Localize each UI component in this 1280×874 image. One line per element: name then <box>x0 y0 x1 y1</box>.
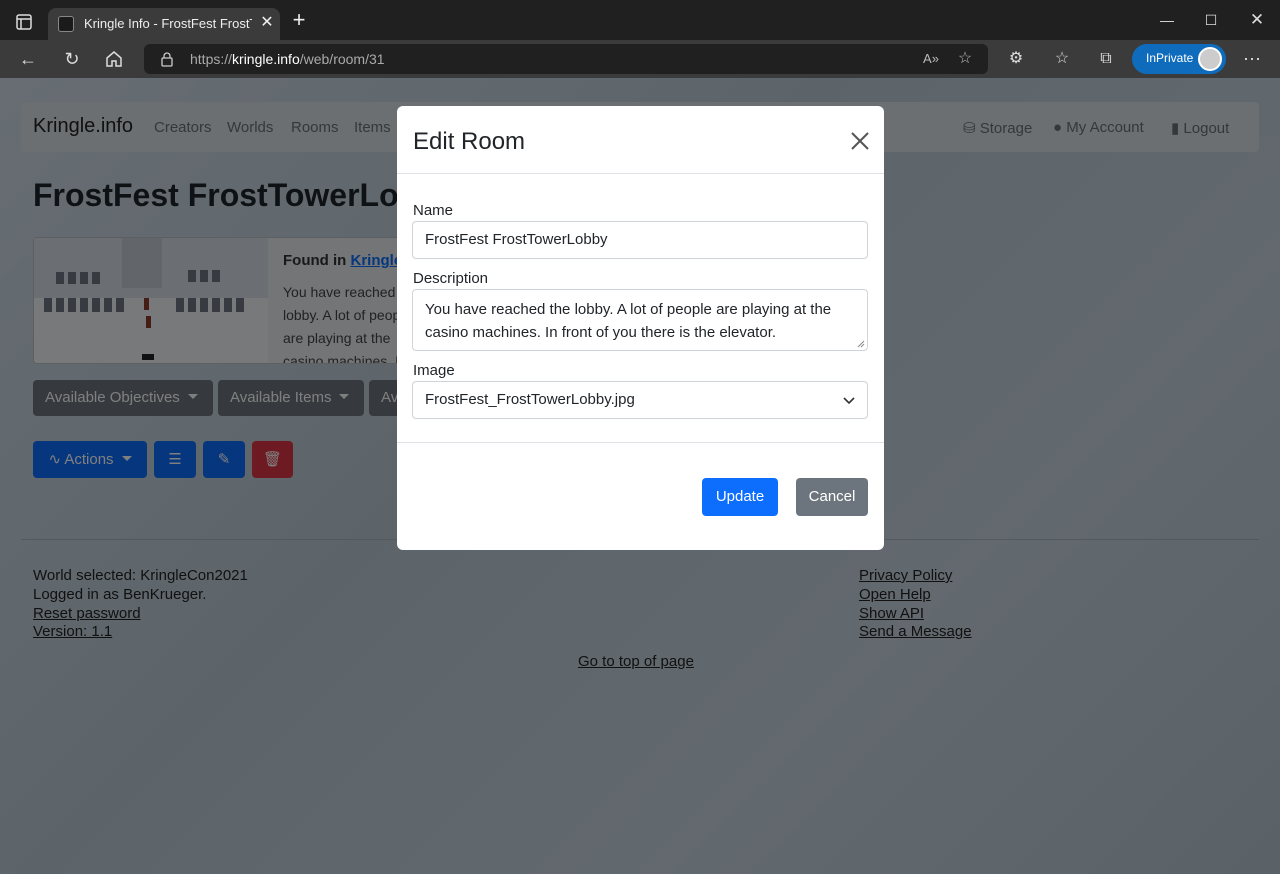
cancel-button[interactable]: Cancel <box>796 478 868 516</box>
edit-room-modal: Edit Room Name FrostFest FrostTowerLobby… <box>397 106 884 550</box>
more-icon[interactable]: ⋯ <box>1238 46 1266 72</box>
lock-icon[interactable] <box>160 51 174 67</box>
description-label: Description <box>413 270 489 287</box>
collections-icon[interactable]: ⧉ <box>1092 46 1120 72</box>
inprivate-label: InPrivate <box>1146 51 1194 65</box>
close-icon[interactable] <box>849 130 871 152</box>
chevron-down-icon <box>843 397 855 405</box>
add-favorite-icon[interactable]: ☆ <box>954 49 976 69</box>
site-favicon-icon <box>58 16 74 32</box>
favorites-icon[interactable]: ☆ <box>1048 46 1076 72</box>
extensions-icon[interactable]: ⚙ <box>1002 46 1030 72</box>
minimize-icon[interactable]: — <box>1152 8 1182 32</box>
url-text: https://kringle.info/web/room/31 <box>190 51 385 67</box>
modal-header-divider <box>397 173 884 174</box>
window-close-icon[interactable]: ✕ <box>1242 8 1272 32</box>
refresh-icon[interactable]: ↻ <box>58 46 86 72</box>
modal-title: Edit Room <box>413 128 526 155</box>
image-select[interactable]: FrostFest_FrostTowerLobby.jpg <box>412 381 868 419</box>
window-icon[interactable] <box>12 10 36 34</box>
new-tab-icon[interactable]: + <box>288 9 310 32</box>
address-bar[interactable]: https://kringle.info/web/room/31 A» ☆ <box>144 44 988 74</box>
tab-close-icon[interactable]: ✕ <box>256 12 278 34</box>
name-label: Name <box>413 202 454 219</box>
update-button[interactable]: Update <box>702 478 778 516</box>
image-label: Image <box>413 362 455 379</box>
home-icon[interactable] <box>100 46 128 72</box>
browser-tab[interactable]: Kringle Info - FrostFest FrostTowerLobby… <box>48 8 280 40</box>
browser-titlebar: Kringle Info - FrostFest FrostTowerLobby… <box>0 0 1280 40</box>
tab-title: Kringle Info - FrostFest FrostTowerLobby <box>84 16 252 31</box>
read-aloud-icon[interactable]: A» <box>920 49 942 69</box>
inprivate-badge[interactable]: InPrivate <box>1132 44 1226 74</box>
modal-footer-divider <box>397 442 884 443</box>
resize-grip-icon[interactable] <box>857 340 865 348</box>
back-arrow-icon[interactable]: ← <box>14 46 42 72</box>
browser-toolbar: ← ↻ https://kringle.info/web/room/31 A» … <box>0 40 1280 78</box>
maximize-icon[interactable]: ☐ <box>1196 8 1226 32</box>
name-field[interactable]: FrostFest FrostTowerLobby <box>412 221 868 259</box>
image-select-value: FrostFest_FrostTowerLobby.jpg <box>425 391 635 408</box>
avatar <box>1198 47 1222 71</box>
description-field[interactable]: You have reached the lobby. A lot of peo… <box>412 289 868 351</box>
description-text: You have reached the lobby. A lot of peo… <box>425 301 832 341</box>
